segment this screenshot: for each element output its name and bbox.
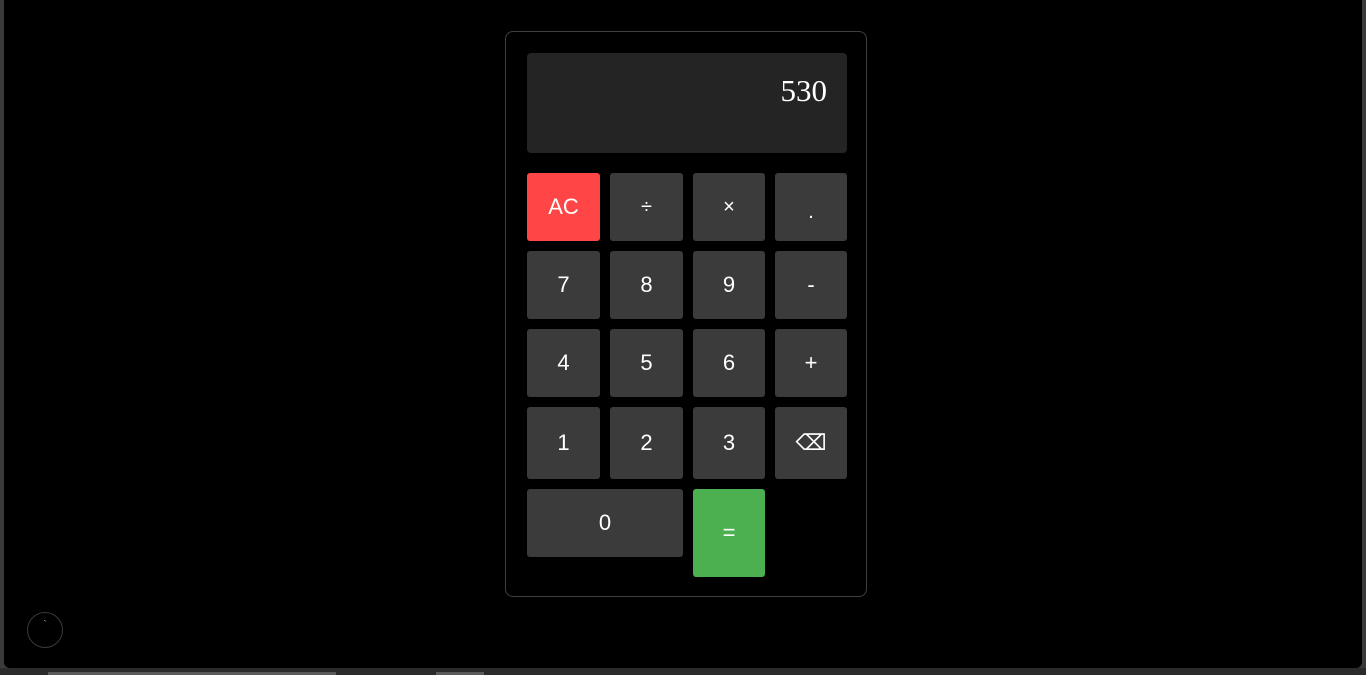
app-window: 530 AC ÷ × . 7 8 9 - 4 5 6 + 1 2 3 ⌫ 0 =… bbox=[4, 0, 1362, 668]
backspace-button[interactable]: ⌫ bbox=[775, 407, 847, 479]
clear-button[interactable]: AC bbox=[527, 173, 600, 241]
digit-5-button[interactable]: 5 bbox=[610, 329, 683, 397]
digit-7-button[interactable]: 7 bbox=[527, 251, 600, 319]
digit-4-button[interactable]: 4 bbox=[527, 329, 600, 397]
digit-2-button[interactable]: 2 bbox=[610, 407, 683, 479]
equals-button[interactable]: = bbox=[693, 489, 765, 577]
calculator: 530 AC ÷ × . 7 8 9 - 4 5 6 + 1 2 3 ⌫ 0 = bbox=[505, 31, 867, 597]
digit-6-button[interactable]: 6 bbox=[693, 329, 765, 397]
digit-3-button[interactable]: 3 bbox=[693, 407, 765, 479]
digit-9-button[interactable]: 9 bbox=[693, 251, 765, 319]
subtract-button[interactable]: - bbox=[775, 251, 847, 319]
corner-button-label: ` bbox=[43, 619, 47, 629]
multiply-button[interactable]: × bbox=[693, 173, 765, 241]
add-button[interactable]: + bbox=[775, 329, 847, 397]
digit-8-button[interactable]: 8 bbox=[610, 251, 683, 319]
backspace-icon: ⌫ bbox=[795, 430, 827, 455]
display-value: 530 bbox=[780, 73, 828, 108]
digit-1-button[interactable]: 1 bbox=[527, 407, 600, 479]
display: 530 bbox=[527, 53, 847, 153]
bottom-scrollbar[interactable] bbox=[0, 668, 1366, 675]
divide-button[interactable]: ÷ bbox=[610, 173, 683, 241]
decimal-button[interactable]: . bbox=[775, 173, 847, 241]
digit-0-button[interactable]: 0 bbox=[527, 489, 683, 557]
corner-round-button[interactable]: ` bbox=[27, 612, 63, 648]
